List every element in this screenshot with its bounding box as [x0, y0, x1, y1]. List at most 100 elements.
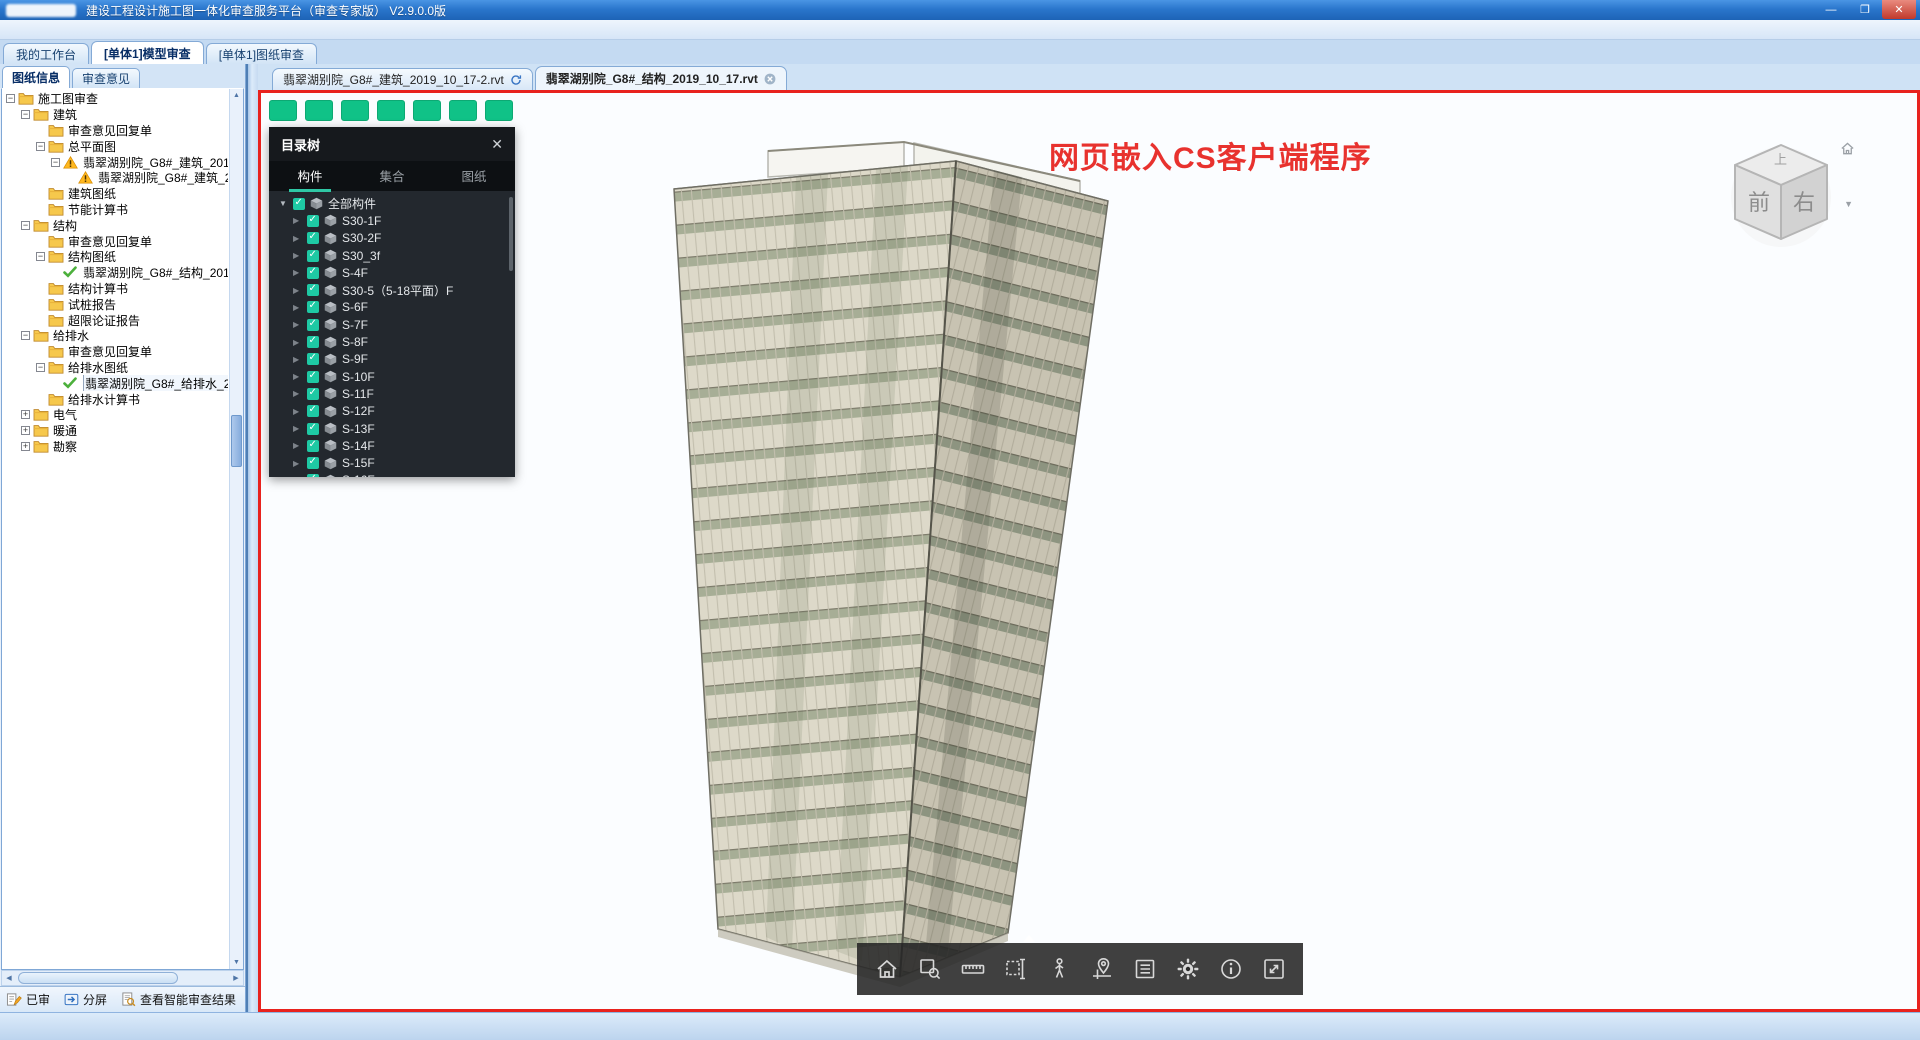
home-view-icon[interactable]: [1840, 141, 1855, 156]
scroll-right-arrow-icon[interactable]: ▶: [229, 971, 243, 985]
tree-item[interactable]: − 给排水: [2, 328, 228, 344]
checkbox[interactable]: [307, 301, 319, 313]
tree-item[interactable]: + 暖通: [2, 423, 228, 439]
refresh-icon[interactable]: [510, 74, 522, 86]
chevron-expanded-icon[interactable]: ▼: [279, 199, 288, 208]
catalog-item[interactable]: ▶ S-4F: [269, 264, 515, 281]
model-viewer-canvas[interactable]: 网页嵌入CS客户端程序 上 前 右 ▼: [258, 90, 1920, 1012]
checkbox[interactable]: [307, 319, 319, 331]
catalog-tab[interactable]: 构件: [269, 161, 351, 191]
panel-splitter[interactable]: [246, 64, 258, 1012]
collapse-icon[interactable]: −: [36, 142, 45, 151]
close-icon[interactable]: [764, 73, 776, 85]
checkbox[interactable]: [307, 405, 319, 417]
catalog-item[interactable]: ▶ S-6F: [269, 299, 515, 316]
checkbox[interactable]: [307, 284, 319, 296]
catalog-item[interactable]: ▶ S-14F: [269, 437, 515, 454]
workspace-tab[interactable]: [单体1]图纸审查: [206, 43, 317, 64]
tree-item[interactable]: 节能计算书: [2, 202, 228, 218]
catalog-scrollbar-thumb[interactable]: [509, 197, 513, 271]
expand-icon[interactable]: +: [21, 410, 30, 419]
scrollbar-thumb[interactable]: [231, 415, 242, 467]
viewer-toolbar-button[interactable]: [269, 100, 297, 121]
collapse-icon[interactable]: −: [36, 252, 45, 261]
section-icon[interactable]: [1001, 954, 1031, 984]
checkbox[interactable]: [307, 388, 319, 400]
catalog-item[interactable]: ▶ S-11F: [269, 385, 515, 402]
tree-item[interactable]: − 结构: [2, 217, 228, 233]
checkbox[interactable]: [307, 250, 319, 262]
tree-item[interactable]: 结构计算书: [2, 281, 228, 297]
tree-item[interactable]: − 翡翠湖别院_G8#_建筑_2019_10_17. r: [2, 154, 228, 170]
status-action[interactable]: 分屏: [64, 991, 107, 1008]
scrollbar-thumb[interactable]: [18, 972, 178, 984]
catalog-item[interactable]: ▶ S-7F: [269, 316, 515, 333]
collapse-icon[interactable]: −: [21, 331, 30, 340]
viewer-toolbar-button[interactable]: [413, 100, 441, 121]
catalog-item[interactable]: ▶ S30-1F: [269, 212, 515, 229]
left-panel-tab[interactable]: 审查意见: [72, 68, 140, 88]
chevron-collapsed-icon[interactable]: ▶: [293, 459, 302, 468]
workspace-tab[interactable]: [单体1]模型审查: [91, 41, 204, 64]
menu-item[interactable]: [98, 29, 102, 31]
checkbox[interactable]: [307, 457, 319, 469]
tree-vertical-scrollbar[interactable]: ▲ ▼: [229, 89, 243, 969]
collapse-icon[interactable]: −: [36, 363, 45, 372]
chevron-collapsed-icon[interactable]: ▶: [293, 320, 302, 329]
catalog-panel-header[interactable]: 目录树 ✕: [269, 127, 515, 161]
measure-icon[interactable]: [958, 954, 988, 984]
info-icon[interactable]: [1216, 954, 1246, 984]
tree-item[interactable]: − 施工图审查: [2, 91, 228, 107]
catalog-item[interactable]: ▶ S30-5（5-18平面）F: [269, 281, 515, 298]
collapse-icon[interactable]: −: [51, 158, 60, 167]
document-tab[interactable]: 翡翠湖别院_G8#_结构_2019_10_17.rvt: [535, 66, 787, 90]
checkbox[interactable]: [307, 232, 319, 244]
minimize-button[interactable]: —: [1814, 0, 1848, 19]
checkbox[interactable]: [293, 198, 305, 210]
tree-item[interactable]: 超限论证报告: [2, 312, 228, 328]
chevron-collapsed-icon[interactable]: ▶: [293, 216, 302, 225]
checkbox[interactable]: [307, 215, 319, 227]
expand-icon[interactable]: +: [21, 442, 30, 451]
collapse-icon[interactable]: −: [21, 110, 30, 119]
tree-item[interactable]: 审查意见回复单: [2, 344, 228, 360]
catalog-tab[interactable]: 图纸: [433, 161, 515, 191]
tree-item[interactable]: 给排水计算书: [2, 391, 228, 407]
tree-item[interactable]: 翡翠湖别院_G8#_给排水_2019_10_17: [2, 375, 228, 391]
menu-item[interactable]: [38, 29, 42, 31]
status-action[interactable]: 已审: [6, 991, 50, 1008]
checkbox[interactable]: [307, 423, 319, 435]
tree-item[interactable]: − 结构图纸: [2, 249, 228, 265]
checkbox[interactable]: [307, 371, 319, 383]
expand-icon[interactable]: +: [21, 426, 30, 435]
chevron-collapsed-icon[interactable]: ▶: [293, 234, 302, 243]
status-action[interactable]: 查看智能审查结果: [121, 991, 236, 1008]
zoom-area-icon[interactable]: [915, 954, 945, 984]
collapse-icon[interactable]: −: [21, 221, 30, 230]
walk-icon[interactable]: [1044, 954, 1074, 984]
tree-item[interactable]: 翡翠湖别院_G8#_建筑_2019_10_1: [2, 170, 228, 186]
checkbox[interactable]: [307, 440, 319, 452]
fullscreen-icon[interactable]: [1259, 954, 1289, 984]
chevron-collapsed-icon[interactable]: ▶: [293, 372, 302, 381]
chevron-collapsed-icon[interactable]: ▶: [293, 424, 302, 433]
list-icon[interactable]: [1130, 954, 1160, 984]
chevron-collapsed-icon[interactable]: ▶: [293, 338, 302, 347]
checkbox[interactable]: [307, 336, 319, 348]
tree-item[interactable]: 审查意见回复单: [2, 123, 228, 139]
workspace-tab[interactable]: 我的工作台: [3, 43, 89, 64]
chevron-collapsed-icon[interactable]: ▶: [293, 303, 302, 312]
document-tab[interactable]: 翡翠湖别院_G8#_建筑_2019_10_17-2.rvt: [272, 68, 533, 90]
tree-item[interactable]: − 总平面图: [2, 138, 228, 154]
checkbox[interactable]: [307, 353, 319, 365]
chevron-collapsed-icon[interactable]: ▶: [293, 407, 302, 416]
chevron-collapsed-icon[interactable]: ▶: [293, 251, 302, 260]
scroll-left-arrow-icon[interactable]: ◀: [2, 971, 16, 985]
scroll-down-arrow-icon[interactable]: ▼: [230, 956, 243, 969]
viewer-toolbar-button[interactable]: [485, 100, 513, 121]
settings-icon[interactable]: [1173, 954, 1203, 984]
navigation-cube[interactable]: 上 前 右: [1725, 137, 1837, 249]
checkbox[interactable]: [307, 474, 319, 477]
minimap-icon[interactable]: [1087, 954, 1117, 984]
catalog-item[interactable]: ▶ S-10F: [269, 368, 515, 385]
